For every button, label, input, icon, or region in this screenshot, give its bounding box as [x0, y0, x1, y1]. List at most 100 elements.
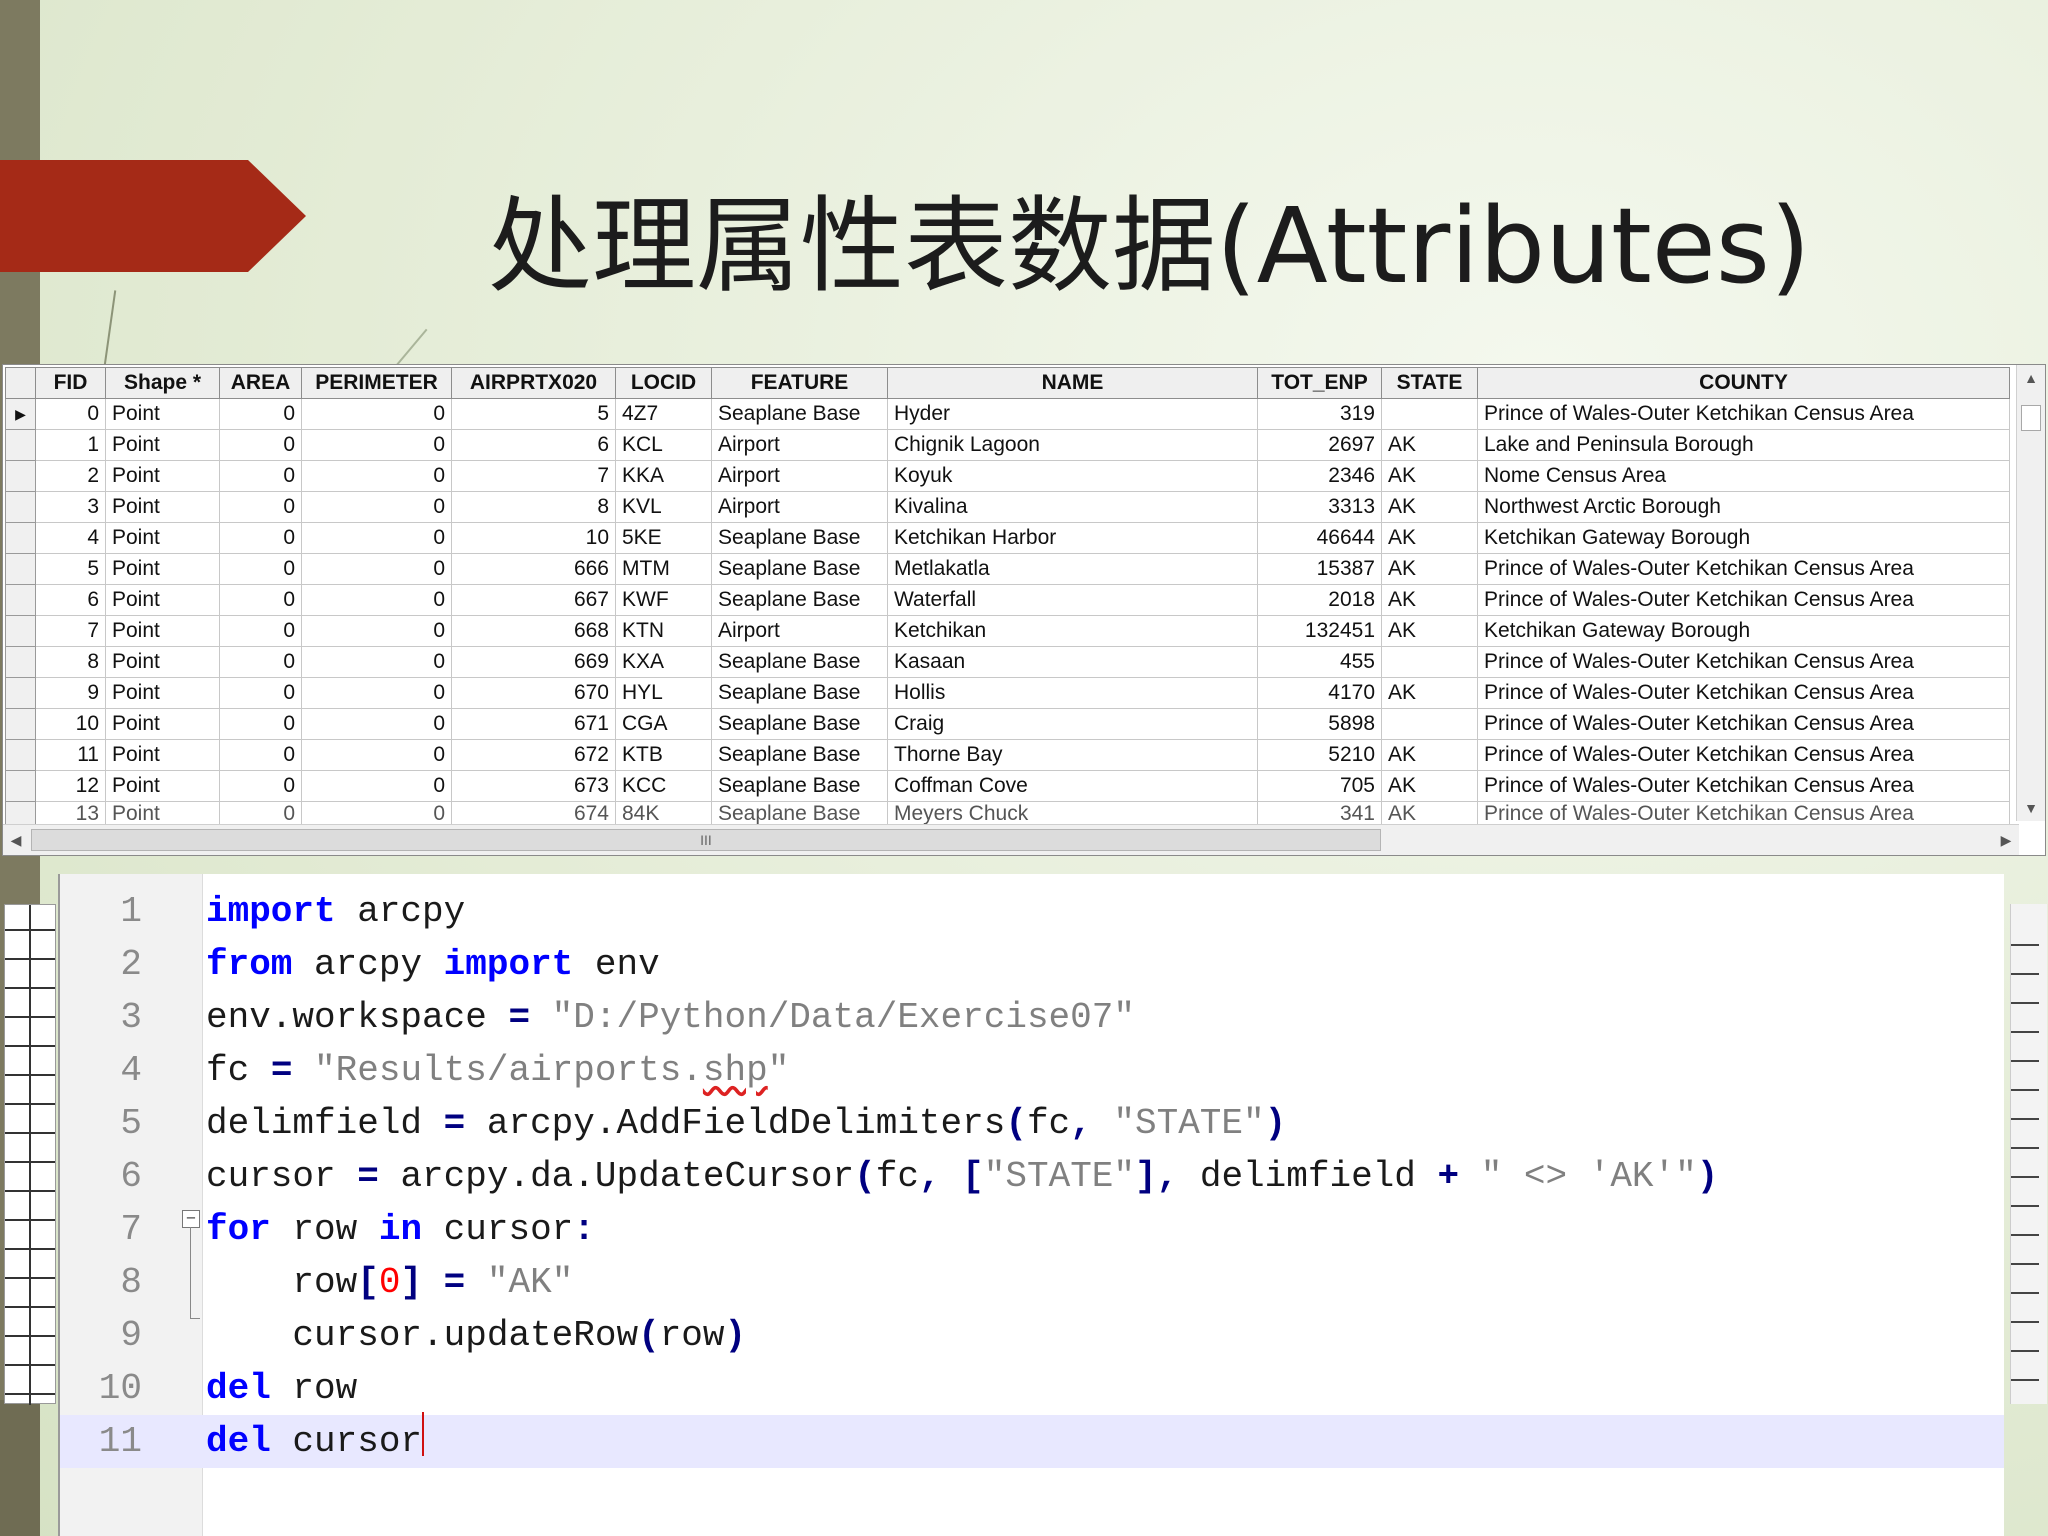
cell-fid[interactable]: 3	[35, 491, 106, 523]
code-line[interactable]: 3 env.workspace = "D:/Python/Data/Exercis…	[60, 991, 2004, 1044]
cell-area[interactable]: 0	[219, 584, 302, 616]
cell-county[interactable]: Ketchikan Gateway Borough	[1477, 615, 2010, 647]
cell-feature[interactable]: Airport	[711, 491, 888, 523]
cell-name[interactable]: Kasaan	[887, 646, 1258, 678]
cell-area[interactable]: 0	[219, 522, 302, 554]
cell-tot_enp[interactable]: 132451	[1257, 615, 1382, 647]
row-selector[interactable]	[5, 708, 36, 740]
cell-feature[interactable]: Seaplane Base	[711, 677, 888, 709]
cell-name[interactable]: Coffman Cove	[887, 770, 1258, 802]
cell-tot_enp[interactable]: 2018	[1257, 584, 1382, 616]
row-selector[interactable]	[5, 770, 36, 802]
cell-state[interactable]: AK	[1381, 584, 1478, 616]
column-header-tot_enp[interactable]: TOT_ENP	[1257, 367, 1382, 399]
column-header-name[interactable]: NAME	[887, 367, 1258, 399]
cell-perimeter[interactable]: 0	[301, 677, 452, 709]
cell-shape[interactable]: Point	[105, 491, 220, 523]
cell-feature[interactable]: Seaplane Base	[711, 398, 888, 430]
cell-tot_enp[interactable]: 4170	[1257, 677, 1382, 709]
cell-name[interactable]: Koyuk	[887, 460, 1258, 492]
cell-tot_enp[interactable]: 15387	[1257, 553, 1382, 585]
cell-county[interactable]: Lake and Peninsula Borough	[1477, 429, 2010, 461]
cell-county[interactable]: Nome Census Area	[1477, 460, 2010, 492]
cell-county[interactable]: Prince of Wales-Outer Ketchikan Census A…	[1477, 553, 2010, 585]
code-text[interactable]: del row	[206, 1362, 357, 1415]
table-row[interactable]: 11 Point 0 0 672 KTB Seaplane Base Thorne Bay 52…	[5, 739, 2010, 771]
column-header-airprtx020[interactable]: AIRPRTX020	[451, 367, 616, 399]
table-row[interactable]: 10 Point 0 0 671 CGA Seaplane Base Craig 5898 Pri…	[5, 708, 2010, 740]
cell-locid[interactable]: CGA	[615, 708, 712, 740]
cell-locid[interactable]: 4Z7	[615, 398, 712, 430]
cell-feature[interactable]: Seaplane Base	[711, 801, 888, 827]
cell-tot_enp[interactable]: 5210	[1257, 739, 1382, 771]
cell-area[interactable]: 0	[219, 460, 302, 492]
cell-area[interactable]: 0	[219, 739, 302, 771]
cell-locid[interactable]: KTN	[615, 615, 712, 647]
cell-fid[interactable]: 7	[35, 615, 106, 647]
cell-feature[interactable]: Airport	[711, 615, 888, 647]
cell-feature[interactable]: Seaplane Base	[711, 708, 888, 740]
cell-county[interactable]: Prince of Wales-Outer Ketchikan Census A…	[1477, 584, 2010, 616]
row-selector[interactable]	[5, 739, 36, 771]
cell-shape[interactable]: Point	[105, 460, 220, 492]
cell-area[interactable]: 0	[219, 615, 302, 647]
cell-airprtx020[interactable]: 673	[451, 770, 616, 802]
table-row[interactable]: 12 Point 0 0 673 KCC Seaplane Base Coffman Cove…	[5, 770, 2010, 802]
cell-perimeter[interactable]: 0	[301, 553, 452, 585]
cell-tot_enp[interactable]: 2697	[1257, 429, 1382, 461]
cell-name[interactable]: Meyers Chuck	[887, 801, 1258, 827]
cell-state[interactable]: AK	[1381, 429, 1478, 461]
cell-state[interactable]	[1381, 646, 1478, 678]
cell-tot_enp[interactable]: 455	[1257, 646, 1382, 678]
cell-locid[interactable]: KTB	[615, 739, 712, 771]
cell-fid[interactable]: 0	[35, 398, 106, 430]
cell-perimeter[interactable]: 0	[301, 770, 452, 802]
cell-airprtx020[interactable]: 670	[451, 677, 616, 709]
cell-perimeter[interactable]: 0	[301, 491, 452, 523]
cell-area[interactable]: 0	[219, 398, 302, 430]
cell-feature[interactable]: Airport	[711, 460, 888, 492]
cell-shape[interactable]: Point	[105, 429, 220, 461]
code-text[interactable]: delimfield = arcpy.AddFieldDelimiters(fc…	[206, 1097, 1286, 1150]
cell-tot_enp[interactable]: 705	[1257, 770, 1382, 802]
cell-tot_enp[interactable]: 5898	[1257, 708, 1382, 740]
cell-locid[interactable]: 5KE	[615, 522, 712, 554]
cell-airprtx020[interactable]: 7	[451, 460, 616, 492]
cell-fid[interactable]: 4	[35, 522, 106, 554]
code-text[interactable]: env.workspace = "D:/Python/Data/Exercise…	[206, 991, 1135, 1044]
cell-shape[interactable]: Point	[105, 553, 220, 585]
table-row[interactable]: 8 Point 0 0 669 KXA Seaplane Base Kasaan 455 Prin…	[5, 646, 2010, 678]
code-line[interactable]: 2 from arcpy import env	[60, 938, 2004, 991]
cell-shape[interactable]: Point	[105, 584, 220, 616]
cell-locid[interactable]: KKA	[615, 460, 712, 492]
cell-airprtx020[interactable]: 5	[451, 398, 616, 430]
cell-state[interactable]: AK	[1381, 553, 1478, 585]
cell-fid[interactable]: 11	[35, 739, 106, 771]
cell-fid[interactable]: 2	[35, 460, 106, 492]
code-line[interactable]: 11 del cursor	[60, 1415, 2004, 1468]
cell-county[interactable]: Prince of Wales-Outer Ketchikan Census A…	[1477, 398, 2010, 430]
column-header-county[interactable]: COUNTY	[1477, 367, 2010, 399]
cell-name[interactable]: Kivalina	[887, 491, 1258, 523]
cell-fid[interactable]: 9	[35, 677, 106, 709]
column-header-locid[interactable]: LOCID	[615, 367, 712, 399]
cell-airprtx020[interactable]: 667	[451, 584, 616, 616]
cell-airprtx020[interactable]: 666	[451, 553, 616, 585]
code-line[interactable]: 4 fc = "Results/airports.shp"	[60, 1044, 2004, 1097]
cell-county[interactable]: Prince of Wales-Outer Ketchikan Census A…	[1477, 646, 2010, 678]
cell-feature[interactable]: Airport	[711, 429, 888, 461]
scroll-left-icon[interactable]: ◀	[3, 825, 29, 855]
table-vertical-scrollbar[interactable]: ▲ ▼	[2016, 365, 2045, 821]
cell-area[interactable]: 0	[219, 708, 302, 740]
column-header-feature[interactable]: FEATURE	[711, 367, 888, 399]
table-row[interactable]: 5 Point 0 0 666 MTM Seaplane Base Metlakatla 153…	[5, 553, 2010, 585]
row-selector[interactable]	[5, 646, 36, 678]
cell-area[interactable]: 0	[219, 553, 302, 585]
cell-state[interactable]: AK	[1381, 460, 1478, 492]
column-header-state[interactable]: STATE	[1381, 367, 1478, 399]
row-selector[interactable]	[5, 677, 36, 709]
cell-perimeter[interactable]: 0	[301, 708, 452, 740]
cell-airprtx020[interactable]: 671	[451, 708, 616, 740]
row-selector[interactable]	[5, 460, 36, 492]
cell-shape[interactable]: Point	[105, 770, 220, 802]
